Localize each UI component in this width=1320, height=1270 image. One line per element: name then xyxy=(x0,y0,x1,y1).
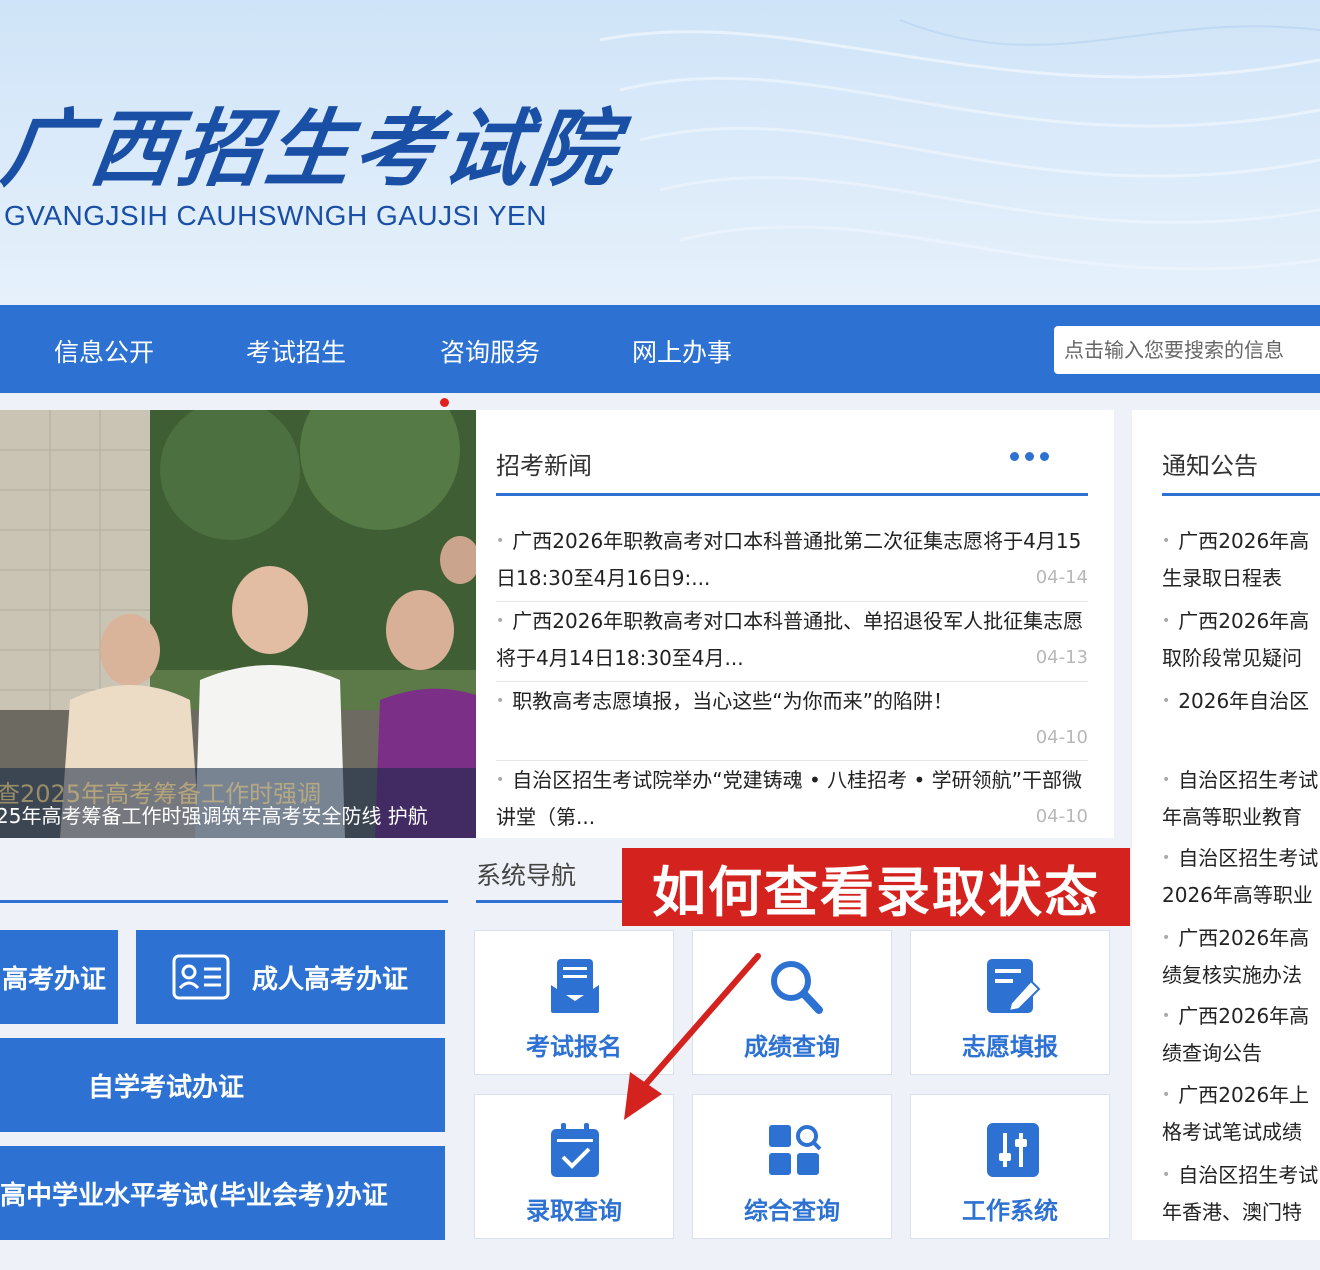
news-item-date: 04-10 xyxy=(1035,806,1088,827)
notice-list-item[interactable]: • 2026年自治区 xyxy=(1162,683,1320,720)
self-study-certificate-label: 自学考试办证 xyxy=(88,1072,245,1103)
notice-item-line1: 广西2026年上 xyxy=(1178,1083,1310,1107)
news-list-item[interactable]: • 广西2026年职教高考对口本科普通批第二次征集志愿将于4月15日18:30至4… xyxy=(496,523,1092,597)
tile-comprehensive-query[interactable]: 综合查询 xyxy=(692,1094,892,1239)
nav-item-consulting[interactable]: 咨询服务 xyxy=(440,333,540,369)
tile-admission-query-label: 录取查询 xyxy=(526,1197,622,1225)
notice-item-line1: 广西2026年高 xyxy=(1178,926,1310,950)
news-divider xyxy=(496,601,1088,602)
gaokao-certificate-button[interactable]: 高考办证 xyxy=(0,930,118,1024)
notice-item-line1: 广西2026年高 xyxy=(1178,1004,1310,1028)
tile-score-query[interactable]: 成绩查询 xyxy=(692,930,892,1075)
tile-score-query-label: 成绩查询 xyxy=(744,1033,840,1061)
notice-list-item[interactable]: • 广西2026年上 格考试笔试成绩 xyxy=(1162,1077,1320,1151)
notice-item-line1: 自治区招生考试 xyxy=(1178,1163,1319,1187)
annotation-label: 如何查看录取状态 xyxy=(622,848,1130,926)
notice-item-line2: 格考试笔试成绩 xyxy=(1162,1120,1302,1144)
news-item-text: 自治区招生考试院举办“党建铸魂 • 八桂招考 • 学研领航”干部微讲堂（第... xyxy=(496,768,1083,829)
notice-list-item[interactable]: • 自治区招生考试 年香港、澳门特 xyxy=(1162,1157,1320,1231)
notice-item-line1: 广西2026年高 xyxy=(1178,609,1310,633)
news-title-underline xyxy=(496,493,1088,496)
gaokao-certificate-label: 高考办证 xyxy=(1,964,106,995)
news-item-date: 04-13 xyxy=(1035,647,1088,668)
news-photo-carousel[interactable]: 查2025年高考筹备工作时强调 25年高考筹备工作时强调筑牢高考安全防线 护航 xyxy=(0,410,476,838)
news-divider xyxy=(496,681,1088,682)
notice-list-item[interactable]: • 广西2026年高 生录取日程表 xyxy=(1162,523,1320,597)
site-logo-chinese[interactable]: 广西招生考试院 xyxy=(0,82,629,203)
notice-list-item[interactable]: • 自治区招生考试 年高等职业教育 xyxy=(1162,762,1320,836)
xueye-exam-certificate-button[interactable]: 高中学业水平考试(毕业会考)办证 xyxy=(0,1146,445,1240)
site-logo-english: GVANGJSIH CAUHSWNGH GAUJSI YEN xyxy=(4,200,547,231)
notice-item-line1: 广西2026年高 xyxy=(1178,529,1310,553)
notice-item-line2: 绩复核实施办法 xyxy=(1162,963,1302,987)
settings-sliders-icon xyxy=(987,1123,1039,1177)
photo-caption-bar: 查2025年高考筹备工作时强调 25年高考筹备工作时强调筑牢高考安全防线 护航 xyxy=(0,768,476,838)
news-more-icon[interactable] xyxy=(1010,452,1049,461)
news-item-text: 广西2026年职教高考对口本科普通批第二次征集志愿将于4月15日18:30至4月… xyxy=(496,529,1082,590)
header-banner: 广西招生考试院 GVANGJSIH CAUHSWNGH GAUJSI YEN xyxy=(0,0,1320,305)
news-panel-title: 招考新闻 xyxy=(496,452,592,480)
tile-exam-registration[interactable]: 考试报名 xyxy=(474,930,674,1075)
notice-list-item[interactable]: • 广西2026年高 取阶段常见疑问 xyxy=(1162,603,1320,677)
notice-item-line2: 2026年高等职业 xyxy=(1162,883,1313,907)
notice-item-line1: 自治区招生考试 xyxy=(1178,846,1319,870)
notice-list-item[interactable]: • 广西2026年高 绩查询公告 xyxy=(1162,998,1320,1072)
adult-gaokao-certificate-label: 成人高考办证 xyxy=(252,964,409,995)
id-card-icon xyxy=(172,954,230,1000)
tile-work-system[interactable]: 工作系统 xyxy=(910,1094,1110,1239)
tile-comprehensive-query-label: 综合查询 xyxy=(744,1197,840,1225)
notice-list-item[interactable]: • 自治区招生考试 2026年高等职业 xyxy=(1162,840,1320,914)
grid-search-icon xyxy=(769,1125,822,1175)
news-item-text: 广西2026年职教高考对口本科普通批、单招退役军人批征集志愿将于4月14日18:… xyxy=(496,609,1084,670)
nav-item-online-service[interactable]: 网上办事 xyxy=(632,333,732,369)
notice-item-line2: 取阶段常见疑问 xyxy=(1162,646,1302,670)
notice-item-line1: 2026年自治区 xyxy=(1178,689,1310,713)
news-item-text: 职教高考志愿填报，当心这些“为你而来”的陷阱！ xyxy=(512,689,953,713)
tile-work-system-label: 工作系统 xyxy=(962,1197,1058,1225)
adult-gaokao-certificate-button[interactable]: 成人高考办证 xyxy=(136,930,445,1024)
tile-volunteer-filling[interactable]: 志愿填报 xyxy=(910,930,1110,1075)
notice-item-line1: 自治区招生考试 xyxy=(1178,768,1319,792)
notice-list-item[interactable]: • 广西2026年高 绩复核实施办法 xyxy=(1162,920,1320,994)
news-item-date: 04-14 xyxy=(1035,567,1088,588)
news-list-item[interactable]: • 广西2026年职教高考对口本科普通批、单招退役军人批征集志愿将于4月14日18… xyxy=(496,603,1092,677)
tile-admission-query[interactable]: 录取查询 xyxy=(474,1094,674,1239)
tile-exam-registration-label: 考试报名 xyxy=(526,1033,622,1061)
edit-document-icon xyxy=(987,959,1041,1013)
news-item-date: 04-10 xyxy=(1035,727,1088,748)
self-study-certificate-button[interactable]: 自学考试办证 xyxy=(0,1038,445,1132)
notice-item-line2: 生录取日程表 xyxy=(1162,566,1282,590)
system-nav-underline xyxy=(476,900,626,903)
nav-item-info-public[interactable]: 信息公开 xyxy=(54,333,154,369)
exam-registration-icon xyxy=(551,959,599,1013)
notice-panel-title: 通知公告 xyxy=(1162,452,1258,480)
left-section-underline xyxy=(0,900,448,903)
notice-item-line2: 年香港、澳门特 xyxy=(1162,1200,1302,1224)
notice-title-underline xyxy=(1162,493,1320,496)
nav-item-exam-admission[interactable]: 考试招生 xyxy=(246,333,346,369)
xueye-exam-certificate-label: 高中学业水平考试(毕业会考)办证 xyxy=(0,1180,388,1211)
photo-caption[interactable]: 25年高考筹备工作时强调筑牢高考安全防线 护航 xyxy=(0,800,428,829)
search-icon xyxy=(771,961,823,1014)
calendar-check-icon xyxy=(551,1123,599,1177)
system-nav-title: 系统导航 xyxy=(476,861,577,890)
carousel-indicator-dot[interactable] xyxy=(440,398,449,407)
tile-volunteer-filling-label: 志愿填报 xyxy=(962,1033,1058,1061)
search-input[interactable] xyxy=(1054,326,1320,374)
news-list-item[interactable]: • 自治区招生考试院举办“党建铸魂 • 八桂招考 • 学研领航”干部微讲堂（第..… xyxy=(496,762,1092,836)
notice-item-line2: 年高等职业教育 xyxy=(1162,805,1302,829)
news-list-item[interactable]: • 职教高考志愿填报，当心这些“为你而来”的陷阱！ 04-10 xyxy=(496,683,1092,757)
news-divider xyxy=(496,760,1088,761)
notice-item-line2: 绩查询公告 xyxy=(1162,1041,1262,1065)
